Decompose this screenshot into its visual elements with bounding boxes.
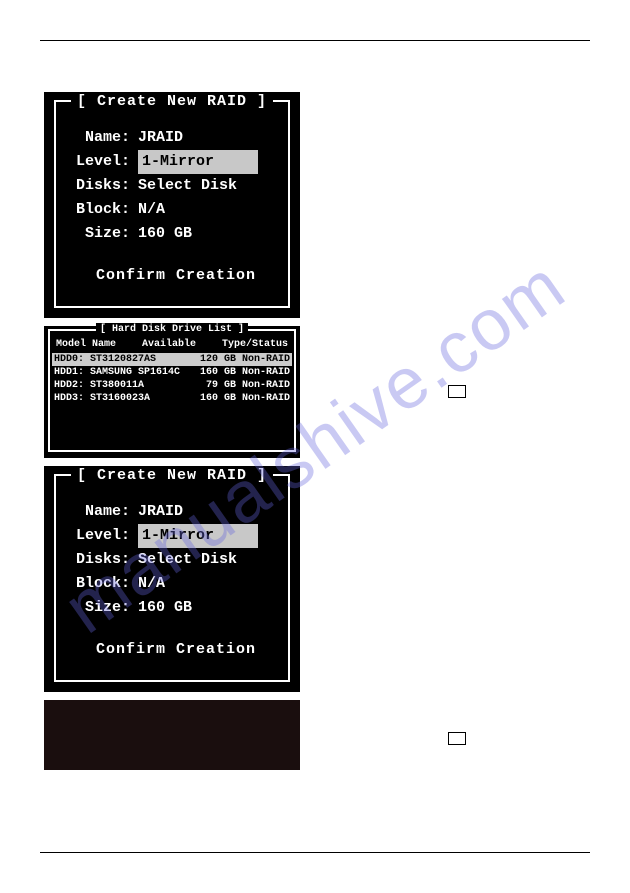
block-value: N/A bbox=[138, 572, 284, 596]
panel-title: [ Create New RAID ] bbox=[71, 93, 273, 110]
empty-panel bbox=[44, 700, 300, 770]
size-value: 160 GB bbox=[138, 222, 284, 246]
col-avail: Available bbox=[142, 338, 196, 351]
divider-bottom bbox=[40, 852, 590, 853]
name-value: JRAID bbox=[138, 126, 284, 150]
size-label: Size: bbox=[68, 222, 130, 246]
create-raid-panel-2: [ Create New RAID ] Name: JRAID Level: 1-M… bbox=[44, 466, 300, 692]
name-label: Name: bbox=[68, 500, 130, 524]
disks-value[interactable]: Select Disk bbox=[138, 548, 284, 572]
block-value: N/A bbox=[138, 198, 284, 222]
panel-title: [ Create New RAID ] bbox=[71, 467, 273, 484]
panel-body: Name: JRAID Level: 1-Mirror Disks: Select D… bbox=[68, 500, 284, 662]
disks-label: Disks: bbox=[68, 548, 130, 572]
disks-label: Disks: bbox=[68, 174, 130, 198]
divider-top bbox=[40, 40, 590, 41]
hdd-list-panel: [ Hard Disk Drive List ] Model Name Avai… bbox=[44, 326, 300, 458]
panel-title: [ Hard Disk Drive List ] bbox=[96, 323, 248, 336]
key-box-icon bbox=[448, 732, 466, 745]
block-label: Block: bbox=[68, 198, 130, 222]
panel-body: Name: JRAID Level: 1-Mirror Disks: Select D… bbox=[68, 126, 284, 288]
size-label: Size: bbox=[68, 596, 130, 620]
hdd-header: Model Name Available Type/Status bbox=[52, 338, 292, 351]
name-value: JRAID bbox=[138, 500, 284, 524]
hdd-row[interactable]: HDD0: ST3120827AS 120 GB Non-RAID bbox=[52, 353, 292, 366]
level-value[interactable]: 1-Mirror bbox=[138, 524, 258, 548]
create-raid-panel-1: [ Create New RAID ] Name: JRAID Level: 1-M… bbox=[44, 92, 300, 318]
hdd-row[interactable]: HDD3: ST3160023A 160 GB Non-RAID bbox=[52, 392, 292, 405]
hdd-row[interactable]: HDD2: ST380011A 79 GB Non-RAID bbox=[52, 379, 292, 392]
hdd-row[interactable]: HDD1: SAMSUNG SP1614C 160 GB Non-RAID bbox=[52, 366, 292, 379]
level-value[interactable]: 1-Mirror bbox=[138, 150, 258, 174]
content-column: [ Create New RAID ] Name: JRAID Level: 1-M… bbox=[44, 92, 300, 778]
block-label: Block: bbox=[68, 572, 130, 596]
key-box-icon bbox=[448, 385, 466, 398]
confirm-creation[interactable]: Confirm Creation bbox=[68, 264, 284, 288]
size-value: 160 GB bbox=[138, 596, 284, 620]
col-model: Model Name bbox=[56, 338, 116, 351]
confirm-creation[interactable]: Confirm Creation bbox=[68, 638, 284, 662]
level-label: Level: bbox=[68, 524, 130, 548]
disks-value[interactable]: Select Disk bbox=[138, 174, 284, 198]
hdd-body: Model Name Available Type/Status HDD0: S… bbox=[52, 338, 292, 405]
col-type: Type/Status bbox=[222, 338, 288, 351]
name-label: Name: bbox=[68, 126, 130, 150]
level-label: Level: bbox=[68, 150, 130, 174]
